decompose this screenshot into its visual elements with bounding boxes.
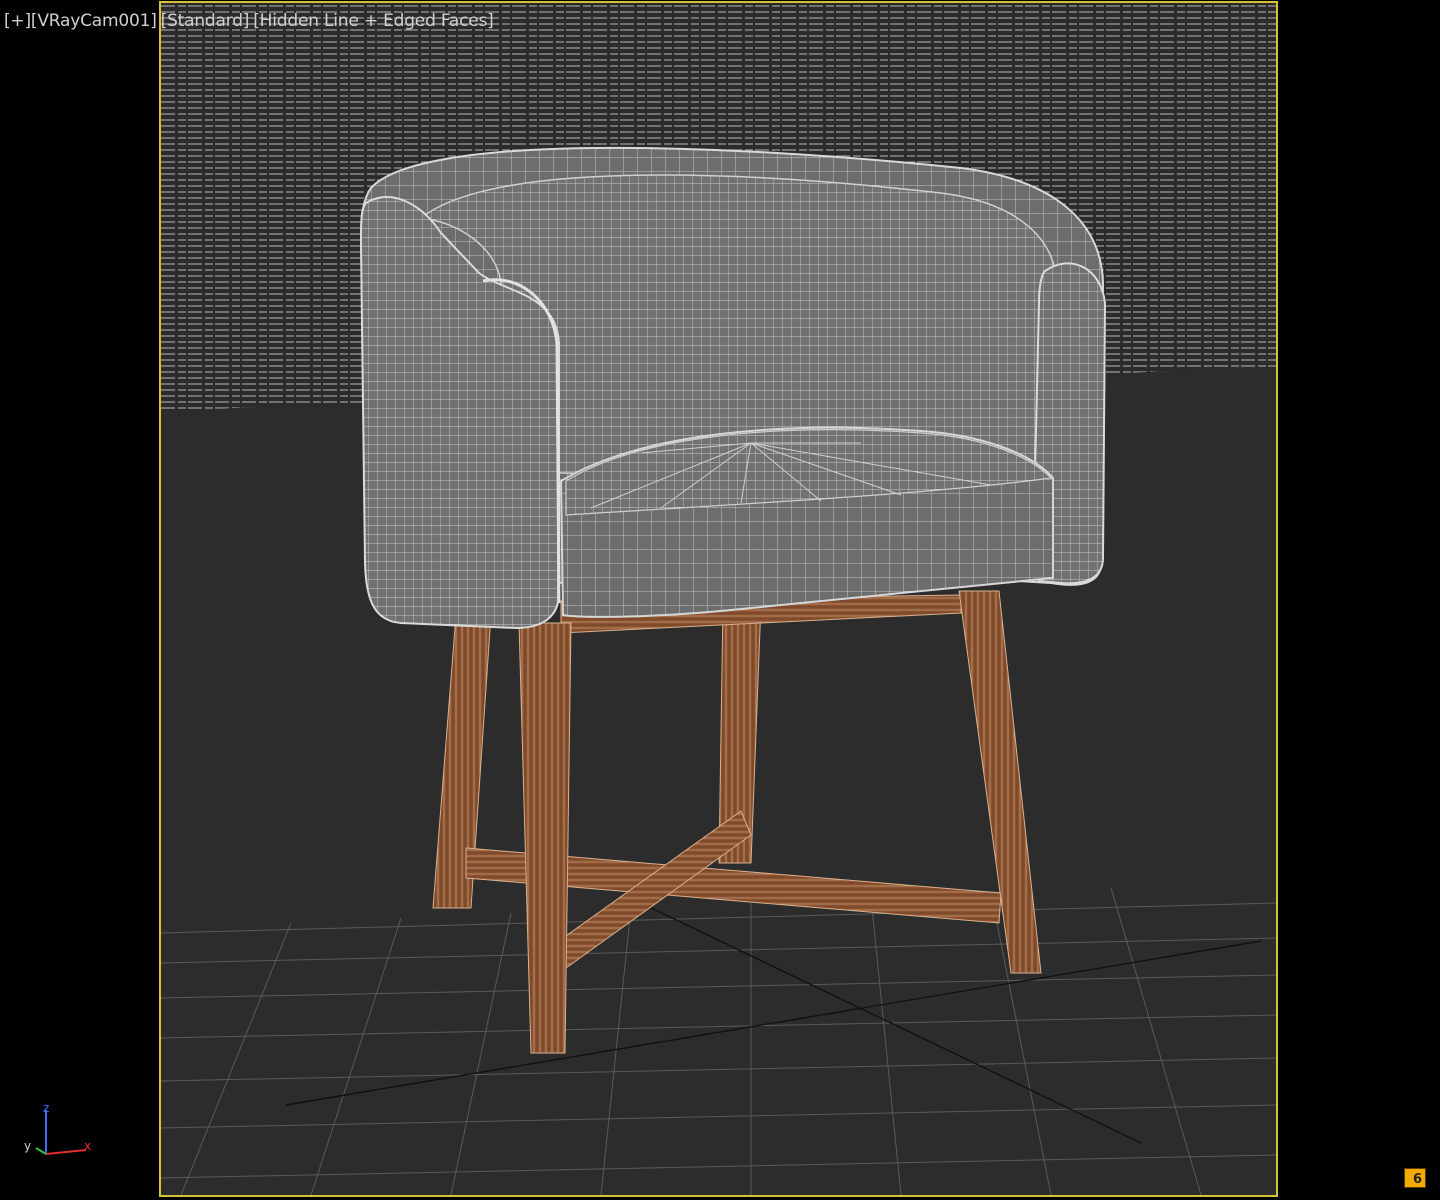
- scene-render[interactable]: [161, 3, 1276, 1195]
- axis-y-line: [35, 1147, 47, 1155]
- viewport-camera-menu[interactable]: [VRayCam001]: [31, 11, 157, 31]
- axis-x-label: x: [84, 1139, 91, 1153]
- axis-gizmo: z y x: [24, 1101, 91, 1155]
- safe-frame[interactable]: [159, 1, 1278, 1197]
- status-badge-value: 6: [1412, 1172, 1422, 1187]
- status-badge[interactable]: 6: [1404, 1168, 1426, 1188]
- viewport-shading-menu[interactable]: [Hidden Line + Edged Faces]: [253, 11, 494, 31]
- axis-x-line: [45, 1149, 87, 1155]
- viewport-menu-plus[interactable]: [+]: [4, 11, 31, 31]
- axis-z-label: z: [43, 1101, 49, 1115]
- viewport[interactable]: [+][VRayCam001] [Standard] [Hidden Line + …: [0, 0, 1440, 1200]
- axis-y-label: y: [24, 1139, 31, 1153]
- viewport-standard-menu[interactable]: [Standard]: [161, 11, 250, 31]
- viewport-label: [+][VRayCam001] [Standard] [Hidden Line + …: [4, 10, 494, 32]
